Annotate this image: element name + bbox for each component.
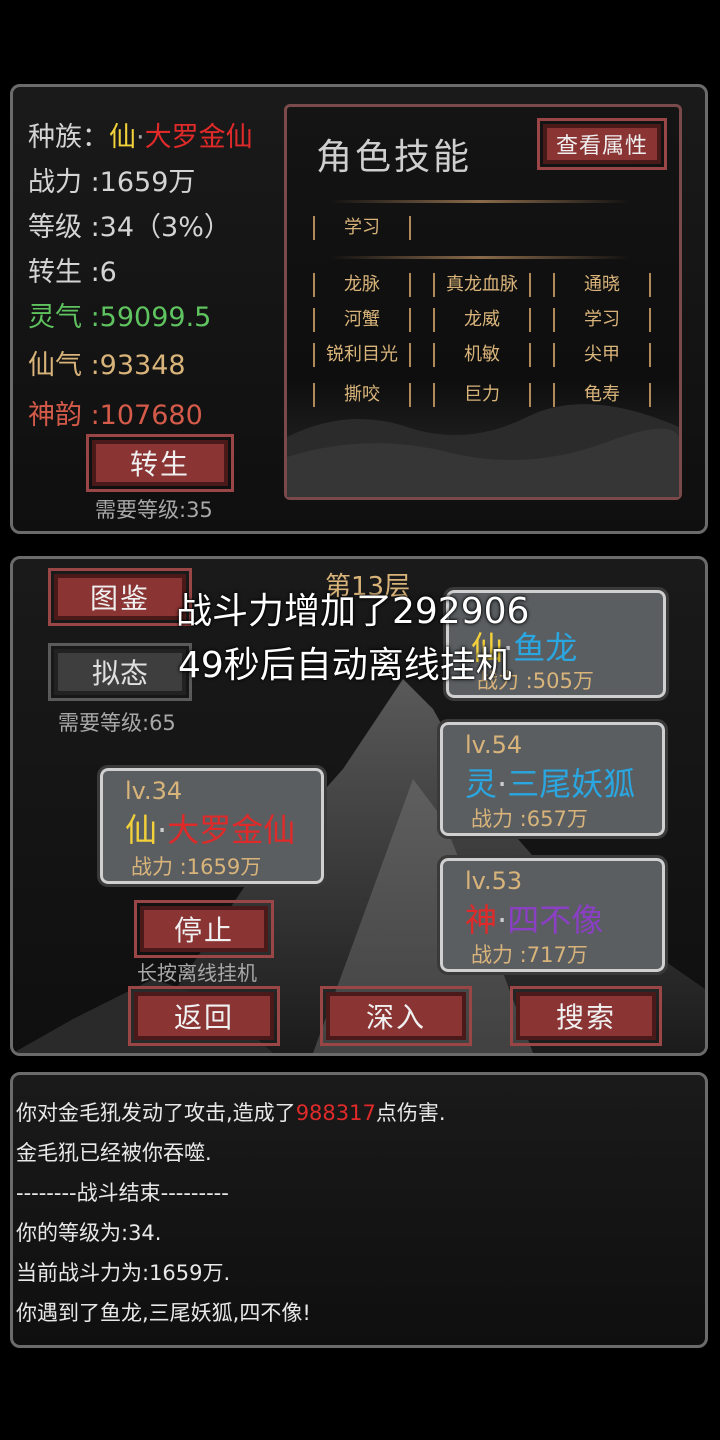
race-name: 大罗金仙 bbox=[144, 122, 253, 153]
enemy-species: 鱼龙 bbox=[513, 629, 578, 667]
skill-learn-active[interactable]: 学习 bbox=[313, 216, 411, 240]
enemy-level: lv.54 bbox=[465, 731, 523, 759]
log-line: 你对金毛犼发动了攻击,造成了988317点伤害. bbox=[16, 1097, 446, 1127]
log-line: --------战斗结束--------- bbox=[16, 1181, 229, 1205]
enemy-power: 战力 :657万 bbox=[471, 807, 588, 831]
player-name: 仙·大罗金仙 bbox=[125, 805, 295, 851]
log-line: 金毛犼已经被你吞噬. bbox=[16, 1141, 212, 1165]
damage-value: 988317 bbox=[295, 1101, 376, 1125]
back-button[interactable]: 返回 bbox=[128, 986, 280, 1046]
skill-item[interactable]: 龙脉 bbox=[313, 273, 411, 297]
skill-item[interactable]: 机敏 bbox=[433, 343, 531, 367]
level-stat: 等级 :34（3%） bbox=[28, 212, 231, 243]
stop-button[interactable]: 停止 bbox=[134, 900, 274, 958]
enemy-prefix: 灵 bbox=[465, 765, 498, 803]
enemy-power: 战力 :717万 bbox=[471, 943, 588, 967]
rebirth-button[interactable]: 转生 bbox=[86, 434, 234, 492]
deep-button[interactable]: 深入 bbox=[320, 986, 472, 1046]
codex-button[interactable]: 图鉴 bbox=[48, 568, 192, 626]
player-power: 战力 :1659万 bbox=[131, 855, 262, 879]
race-dot: · bbox=[136, 122, 145, 153]
shenyun-stat: 神韵 :107680 bbox=[28, 400, 203, 431]
skill-item[interactable]: 尖甲 bbox=[553, 343, 651, 367]
log-line: 你的等级为:34. bbox=[16, 1221, 162, 1245]
player-species: 大罗金仙 bbox=[167, 811, 296, 849]
power-increase-toast: 战斗力增加了292906 bbox=[176, 591, 530, 632]
log-line: 你遇到了鱼龙,三尾妖狐,四不像! bbox=[16, 1301, 311, 1325]
player-level: lv.34 bbox=[125, 777, 183, 805]
player-prefix: 仙 bbox=[125, 811, 158, 849]
log-line: 当前战斗力为:1659万. bbox=[16, 1261, 231, 1285]
skill-item[interactable]: 通晓 bbox=[553, 273, 651, 297]
skill-item[interactable]: 河蟹 bbox=[313, 308, 411, 332]
enemy-card[interactable]: lv.53 神·四不像 战力 :717万 bbox=[437, 855, 668, 975]
enemy-name: 神·四不像 bbox=[465, 895, 603, 941]
enemy-card[interactable]: lv.54 灵·三尾妖狐 战力 :657万 bbox=[437, 719, 668, 839]
enemy-dot: · bbox=[497, 765, 508, 803]
mimic-button[interactable]: 拟态 bbox=[48, 643, 192, 701]
skills-mist-decoration bbox=[287, 404, 679, 497]
skill-item[interactable]: 巨力 bbox=[433, 383, 531, 407]
log-text: 点伤害. bbox=[375, 1101, 446, 1125]
skill-item[interactable]: 撕咬 bbox=[313, 383, 411, 407]
xianqi-stat: 仙气 :93348 bbox=[28, 350, 186, 381]
player-dot: · bbox=[157, 811, 168, 849]
rebirth-stat: 转生 :6 bbox=[28, 257, 117, 288]
stop-hint: 长按离线挂机 bbox=[137, 961, 257, 985]
skill-item[interactable]: 真龙血脉 bbox=[433, 273, 531, 297]
enemy-name: 灵·三尾妖狐 bbox=[465, 759, 635, 805]
enemy-level: lv.53 bbox=[465, 867, 523, 895]
log-text: 你对金毛犼发动了攻击,造成了 bbox=[16, 1101, 296, 1125]
skill-item[interactable]: 学习 bbox=[553, 308, 651, 332]
race-row: 种族：仙·大罗金仙 bbox=[28, 115, 253, 154]
rebirth-requirement: 需要等级:35 bbox=[95, 498, 213, 522]
auto-idle-countdown: 49秒后自动离线挂机 bbox=[178, 645, 512, 686]
enemy-species: 三尾妖狐 bbox=[507, 765, 636, 803]
skills-divider-top bbox=[330, 200, 630, 203]
player-card[interactable]: lv.34 仙·大罗金仙 战力 :1659万 bbox=[97, 765, 327, 887]
mimic-requirement: 需要等级:65 bbox=[58, 711, 176, 735]
skill-item[interactable]: 龟寿 bbox=[553, 383, 651, 407]
enemy-prefix: 神 bbox=[465, 901, 498, 939]
enemy-dot: · bbox=[497, 901, 508, 939]
skill-item[interactable]: 龙威 bbox=[433, 308, 531, 332]
race-label: 种族： bbox=[28, 122, 109, 153]
enemy-species: 四不像 bbox=[507, 901, 604, 939]
race-prefix: 仙 bbox=[109, 122, 136, 153]
view-attributes-button[interactable]: 查看属性 bbox=[537, 118, 667, 170]
skills-title: 角色技能 bbox=[316, 137, 473, 178]
skills-divider-bottom bbox=[330, 256, 630, 259]
power-stat: 战力 :1659万 bbox=[28, 167, 196, 198]
search-button[interactable]: 搜索 bbox=[510, 986, 662, 1046]
skill-item[interactable]: 锐利目光 bbox=[313, 343, 411, 367]
lingqi-stat: 灵气 :59099.5 bbox=[28, 302, 212, 333]
